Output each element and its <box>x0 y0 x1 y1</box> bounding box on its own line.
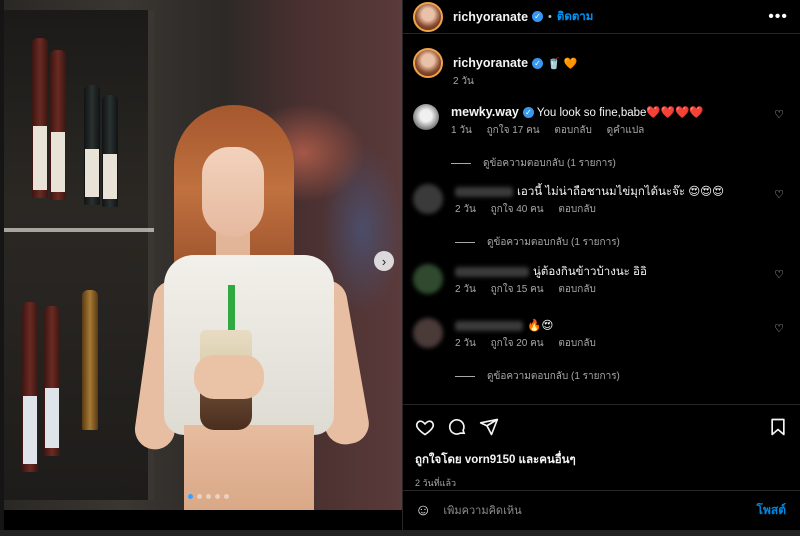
comment-composer: ☺ โพสต์ <box>403 490 800 530</box>
bottle <box>44 306 60 456</box>
background-strip <box>0 530 800 536</box>
commenter-username-blurred[interactable] <box>455 320 523 331</box>
reply-button[interactable]: ตอบกลับ <box>558 338 595 349</box>
view-replies-label: ดูข้อความตอบกลับ (1 รายการ) <box>487 237 620 248</box>
comment-like-heart-icon[interactable]: ♡ <box>774 268 784 281</box>
share-icon[interactable] <box>479 417 499 437</box>
bottle <box>32 38 48 198</box>
comment-like-heart-icon[interactable]: ♡ <box>774 108 784 121</box>
comment-item: นู่ต้องกินข้าวบ้างนะ อิอิ 2 วัน ถูกใจ 15… <box>413 264 788 297</box>
bottle <box>50 50 66 200</box>
verified-badge-icon: ✓ <box>532 11 544 22</box>
commenter-username[interactable]: mewky.way <box>451 105 519 119</box>
view-replies-button[interactable]: ดูข้อความตอบกลับ (1 รายการ) <box>451 156 788 171</box>
post-photo[interactable]: › <box>4 0 402 510</box>
bottle <box>84 85 100 205</box>
caption-time: 2 วัน <box>453 76 474 87</box>
comment-time: 2 วัน <box>455 204 476 215</box>
comment-like-heart-icon[interactable]: ♡ <box>774 188 784 201</box>
author-avatar[interactable] <box>413 1 443 32</box>
commenter-avatar[interactable] <box>413 318 443 348</box>
view-replies-button[interactable]: ดูข้อความตอบกลับ (1 รายการ) <box>455 369 788 384</box>
view-replies-label: ดูข้อความตอบกลับ (1 รายการ) <box>487 371 620 382</box>
commenter-avatar[interactable] <box>413 264 443 294</box>
bottle <box>102 95 118 207</box>
translate-button[interactable]: ดูคำแปล <box>607 125 645 136</box>
verified-badge-icon: ✓ <box>532 57 544 69</box>
comment-item: 🔥😍 2 วัน ถูกใจ 20 คน ตอบกลับ ดูข้อความตอ… <box>413 318 788 384</box>
post-side-panel: richyoranate ✓ • ติดตาม ••• richyoranate… <box>402 0 800 530</box>
comment-item: mewky.way ✓ You look so fine,babe❤️❤️❤️❤️ … <box>413 104 788 171</box>
comment-like-heart-icon[interactable]: ♡ <box>774 322 784 335</box>
commenter-username-blurred[interactable] <box>455 186 513 197</box>
follow-button[interactable]: ติดตาม <box>557 8 593 26</box>
caption-username[interactable]: richyoranate <box>453 56 528 70</box>
comment-likes[interactable]: ถูกใจ 15 คน <box>491 284 544 295</box>
post-actions: ถูกใจโดย vorn9150 และคนอื่นๆ 2 วันที่แล้… <box>403 404 800 490</box>
comment-likes[interactable]: ถูกใจ 17 คน <box>487 125 540 136</box>
emoji-picker-icon[interactable]: ☺ <box>415 502 431 520</box>
carousel-dot <box>206 494 211 499</box>
verified-badge-icon: ✓ <box>522 107 534 119</box>
view-replies-button[interactable]: ดูข้อความตอบกลับ (1 รายการ) <box>455 235 788 250</box>
posted-time: 2 วันที่แล้ว <box>415 478 457 488</box>
comment-text: นู่ต้องกินข้าวบ้างนะ อิอิ <box>533 266 647 278</box>
comment-input[interactable] <box>443 504 757 517</box>
view-replies-label: ดูข้อความตอบกลับ (1 รายการ) <box>483 158 616 169</box>
reply-button[interactable]: ตอบกลับ <box>558 284 595 295</box>
bottle <box>22 302 38 472</box>
post-header: richyoranate ✓ • ติดตาม ••• <box>403 0 800 34</box>
comment-text: เอวนี้ ไม่น่าถือชานมไข่มุกได้นะจ๊ะ 😍😍😍 <box>517 186 725 198</box>
carousel-dot-active <box>188 494 193 499</box>
comment-time: 1 วัน <box>451 125 472 136</box>
carousel-dot <box>215 494 220 499</box>
comment-time: 2 วัน <box>455 338 476 349</box>
carousel-dot <box>197 494 202 499</box>
carousel-dots <box>188 494 229 499</box>
liked-by-text[interactable]: ถูกใจโดย vorn9150 และคนอื่นๆ <box>415 451 788 469</box>
carousel-dot <box>224 494 229 499</box>
reply-button[interactable]: ตอบกลับ <box>554 125 591 136</box>
shelf-light <box>4 228 154 232</box>
bookmark-icon[interactable] <box>768 417 788 437</box>
comment-text: 🔥😍 <box>527 320 554 332</box>
commenter-username-blurred[interactable] <box>455 266 529 277</box>
caption-avatar[interactable] <box>413 48 443 78</box>
post-modal: › richyoranate ✓ • ติดตาม ••• richyorana… <box>4 0 800 530</box>
reply-button[interactable]: ตอบกลับ <box>558 204 595 215</box>
comments-list[interactable]: richyoranate ✓ 🥤 🧡 2 วัน mewky.way ✓ You l… <box>403 42 800 402</box>
commenter-avatar[interactable] <box>413 104 439 130</box>
commenter-avatar[interactable] <box>413 184 443 214</box>
chevron-right-icon: › <box>381 253 387 269</box>
comment-item: เอวนี้ ไม่น่าถือชานมไข่มุกได้นะจ๊ะ 😍😍😍 2… <box>413 184 788 250</box>
post-comment-button[interactable]: โพสต์ <box>757 501 786 520</box>
comment-time: 2 วัน <box>455 284 476 295</box>
author-username[interactable]: richyoranate <box>453 10 528 24</box>
next-photo-button[interactable]: › <box>374 251 394 271</box>
separator-dot: • <box>548 10 552 23</box>
more-options-icon[interactable]: ••• <box>768 8 788 26</box>
comment-likes[interactable]: ถูกใจ 20 คน <box>491 338 544 349</box>
bottle <box>82 290 98 430</box>
comment-icon[interactable] <box>447 417 467 437</box>
post-caption: richyoranate ✓ 🥤 🧡 2 วัน <box>413 48 788 89</box>
comment-likes[interactable]: ถูกใจ 40 คน <box>491 204 544 215</box>
heart-icon[interactable] <box>415 417 435 437</box>
caption-text: 🥤 🧡 <box>547 57 578 70</box>
wine-shelf <box>4 10 154 500</box>
comment-text: You look so fine,babe❤️❤️❤️❤️ <box>536 107 704 119</box>
person <box>132 105 394 510</box>
